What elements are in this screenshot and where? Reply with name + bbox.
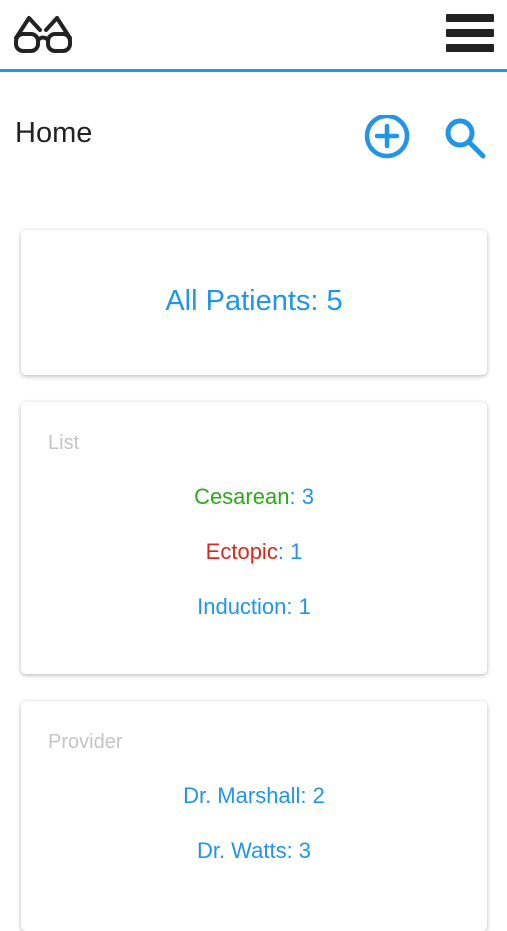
list-item-count: 1: [290, 539, 303, 564]
list-item-count: 3: [301, 484, 314, 509]
provider-card-label: Provider: [48, 731, 123, 753]
hamburger-menu-icon[interactable]: [446, 14, 494, 58]
list-item-cesarean[interactable]: Cesarean: 3: [21, 484, 487, 510]
list-card-label: List: [48, 432, 80, 454]
provider-card: Provider Dr. Marshall: 2 Dr. Watts: 3: [21, 701, 487, 931]
list-item-separator: :: [289, 484, 302, 509]
all-patients-count[interactable]: All Patients: 5: [21, 285, 487, 318]
plus-circle-icon[interactable]: [362, 115, 412, 165]
list-item-separator: :: [277, 539, 291, 564]
list-item-induction[interactable]: Induction: 1: [21, 594, 487, 620]
all-patients-card[interactable]: All Patients: 5: [21, 230, 487, 375]
list-item-count: 1: [298, 594, 311, 619]
list-item-separator: :: [286, 594, 299, 619]
list-item-name: Ectopic: [205, 539, 278, 564]
search-icon[interactable]: [442, 115, 490, 165]
page-header: Home: [0, 105, 507, 165]
glasses-icon[interactable]: [12, 12, 74, 56]
top-app-bar: [0, 0, 507, 72]
list-card: List Cesarean: 3 Ectopic: 1 Induction: 1: [21, 402, 487, 674]
list-item-name: Cesarean: [194, 484, 290, 509]
list-item-ectopic[interactable]: Ectopic: 1: [21, 539, 487, 565]
list-item-name: Induction: [197, 594, 287, 619]
provider-item-watts[interactable]: Dr. Watts: 3: [21, 838, 487, 864]
page-title: Home: [15, 117, 93, 149]
provider-item-marshall[interactable]: Dr. Marshall: 2: [21, 783, 487, 809]
